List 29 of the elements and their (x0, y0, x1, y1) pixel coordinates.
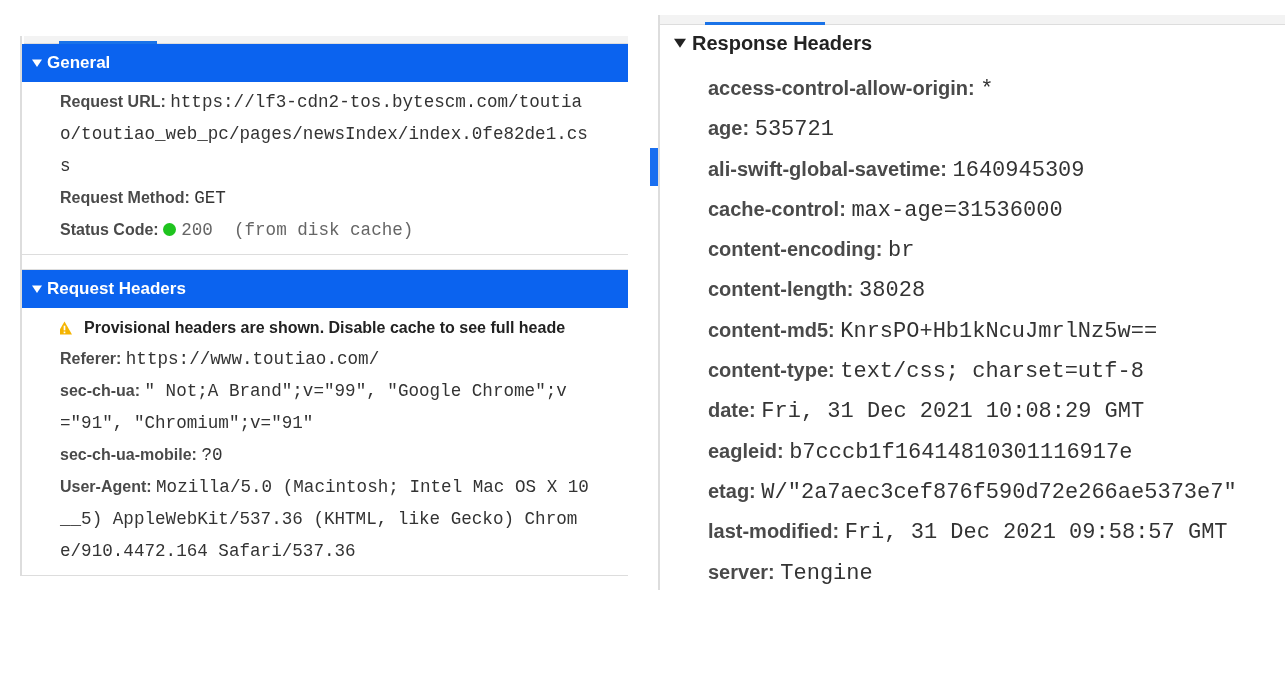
header-field: Request Method: GET (60, 182, 592, 214)
header-field: server: Tengine (708, 552, 1275, 590)
header-field: age: 535721 (708, 109, 1275, 150)
header-field: sec-ch-ua: " Not;A Brand";v="99", "Google Chrome";v="91", "Chromium";v="91" (60, 375, 592, 439)
header-name: Status Code: (60, 221, 159, 238)
header-field: content-md5: KnrsPO+Hb1kNcuJmrlNz5w== (708, 310, 1275, 352)
header-field: access-control-allow-origin: * (708, 69, 1275, 110)
header-field: last-modified: Fri, 31 Dec 2021 09:58:57 GMT (708, 512, 1275, 553)
header-field: date: Fri, 31 Dec 2021 10:08:29 GMT (708, 391, 1275, 432)
disclosure-triangle-icon[interactable] (674, 37, 686, 49)
header-value: 200 (from disk cache) (181, 220, 414, 240)
section-header[interactable]: Response Headers (660, 27, 1285, 59)
warning-icon (60, 320, 72, 335)
section-header[interactable]: Request Headers (22, 270, 628, 308)
header-field: eagleid: b7cccb1f16414810301116917e (708, 431, 1275, 472)
header-field: cache-control: max-age=31536000 (708, 189, 1275, 231)
selection-marker (650, 148, 658, 186)
header-field: ali-swift-global-savetime: 1640945309 (708, 149, 1275, 190)
section-header[interactable]: General (22, 44, 628, 82)
header-field: content-encoding: br (708, 230, 1275, 271)
header-field: content-type: text/css; charset=utf-8 (708, 351, 1275, 392)
header-field: content-length: 38028 (708, 270, 1275, 311)
header-field: Request URL: https://lf3-cdn2-tos.bytescm.com/toutiao/toutiao_web_pc/pages/newsIndex/index.0fe82de1.css (60, 86, 592, 182)
status-dot-icon (163, 223, 177, 236)
header-field: sec-ch-ua-mobile: ?0 (60, 439, 592, 471)
warning-message: Provisional headers are shown. Disable cache to see full heade (84, 318, 566, 337)
header-field: Referer: https://www.toutiao.com/ (60, 343, 592, 375)
header-field: etag: W/"2a7aec3cef876f590d72e266ae5373e7" (708, 471, 1275, 513)
header-field: User-Agent: Mozilla/5.0 (Macintosh; Intel Mac OS X 10__5) AppleWebKit/537.36 (KHTML, like Gecko) Chrome/910.4472.164 Safari/537.36 (60, 471, 592, 567)
